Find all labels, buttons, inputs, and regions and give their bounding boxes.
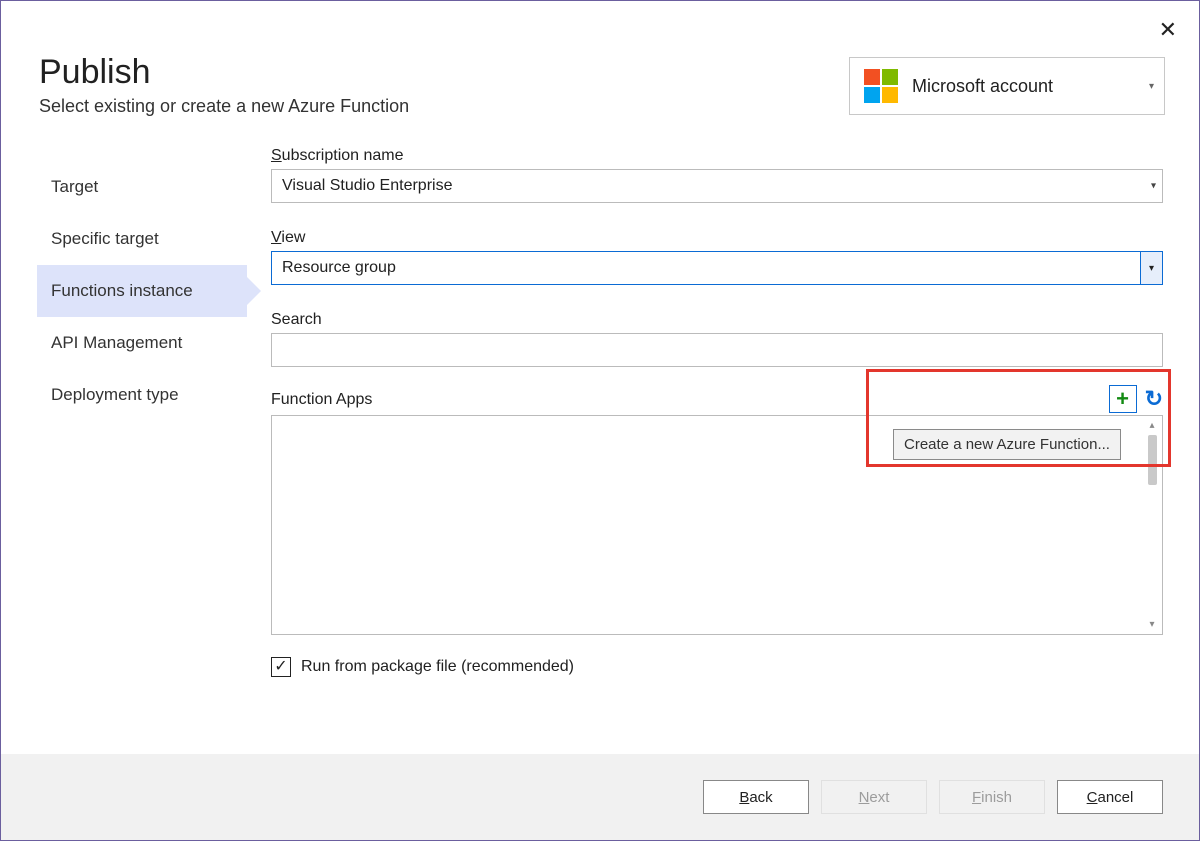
run-from-package-checkbox[interactable]: ✓ — [271, 657, 291, 677]
dialog-footer: Back Next Finish Cancel — [1, 754, 1199, 840]
step-target[interactable]: Target — [37, 161, 247, 213]
back-button[interactable]: Back — [703, 780, 809, 814]
function-apps-header: Function Apps + ↻ — [271, 379, 1163, 409]
run-from-package-label: Run from package file (recommended) — [301, 658, 574, 676]
step-specific-target[interactable]: Specific target — [37, 213, 247, 265]
subscription-value: Visual Studio Enterprise — [282, 177, 452, 195]
chevron-down-icon: ▾ — [1149, 81, 1154, 92]
account-label: Microsoft account — [912, 76, 1135, 97]
step-functions-instance[interactable]: Functions instance — [37, 265, 247, 317]
search-label: Search — [271, 311, 1163, 329]
create-new-function-tooltip: Create a new Azure Function... — [893, 429, 1121, 460]
scrollbar[interactable]: ▴ ▾ — [1142, 416, 1162, 634]
scroll-down-icon[interactable]: ▾ — [1149, 619, 1154, 630]
view-value: Resource group — [282, 259, 396, 277]
microsoft-logo-icon — [864, 69, 898, 103]
publish-dialog: ✕ Microsoft account ▾ Publish Select exi… — [0, 0, 1200, 841]
step-api-management[interactable]: API Management — [37, 317, 247, 369]
finish-button: Finish — [939, 780, 1045, 814]
view-select[interactable]: Resource group ▾ — [271, 251, 1163, 285]
chevron-down-icon: ▾ — [1140, 252, 1162, 284]
account-selector[interactable]: Microsoft account ▾ — [849, 57, 1165, 115]
search-input[interactable] — [271, 333, 1163, 367]
cancel-button[interactable]: Cancel — [1057, 780, 1163, 814]
scroll-up-icon[interactable]: ▴ — [1149, 420, 1154, 431]
form-area: Subscription name Visual Studio Enterpri… — [247, 147, 1163, 754]
create-new-function-button[interactable]: + — [1109, 385, 1137, 413]
refresh-button[interactable]: ↻ — [1145, 388, 1163, 410]
view-label: View — [271, 229, 1163, 247]
subscription-label: Subscription name — [271, 147, 1163, 165]
refresh-icon: ↻ — [1145, 386, 1163, 411]
step-list: Target Specific target Functions instanc… — [37, 147, 247, 754]
function-apps-label: Function Apps — [271, 391, 372, 409]
subscription-select[interactable]: Visual Studio Enterprise ▾ — [271, 169, 1163, 203]
close-icon[interactable]: ✕ — [1159, 19, 1177, 41]
plus-icon: + — [1116, 388, 1129, 410]
chevron-down-icon: ▾ — [1151, 181, 1156, 192]
next-button: Next — [821, 780, 927, 814]
step-deployment-type[interactable]: Deployment type — [37, 369, 247, 421]
scroll-thumb[interactable] — [1148, 435, 1157, 485]
